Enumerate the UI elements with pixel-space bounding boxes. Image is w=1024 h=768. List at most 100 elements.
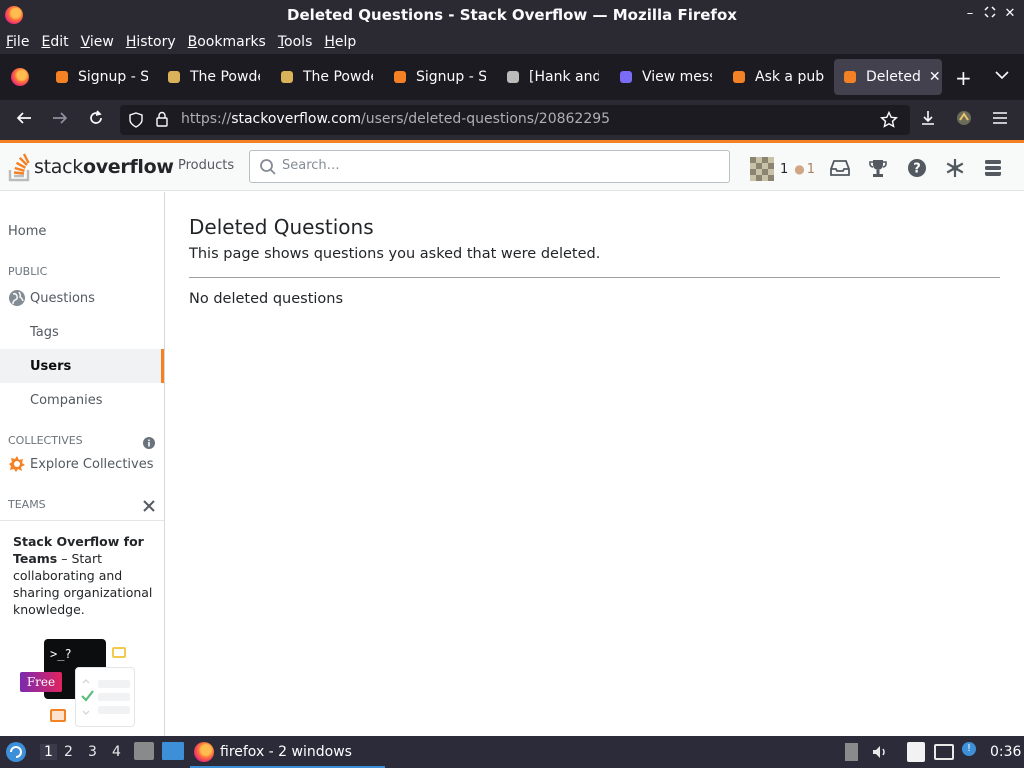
system-taskbar: 1234 firefox - 2 windows ! 0:36 [0,736,1024,768]
tab-label: Ask a publ [755,69,825,85]
start-menu-icon[interactable] [5,741,27,767]
extension-icon[interactable] [953,109,975,132]
empty-state-message: No deleted questions [189,291,344,307]
menu-tools[interactable]: Tools [278,34,313,50]
menu-view[interactable]: View [81,34,114,50]
review-queues-icon[interactable] [944,157,966,179]
sidebar-item-label: Home [8,223,47,239]
film-icon [279,69,295,85]
tab-label: The Powde [303,69,373,85]
menu-bar: File Edit View History Bookmarks Tools Help [0,30,1024,54]
url-domain: stackoverflow.com [231,111,361,127]
site-search[interactable] [249,150,730,183]
teams-promo-text: Stack Overflow for Teams – Start collabo… [13,533,153,618]
reputation-count: 1 [780,161,789,177]
tab-label: The Powde [190,69,260,85]
stackoverflow-icon [731,69,747,85]
browser-tab[interactable]: Ask a publ [725,59,825,95]
url-bar[interactable]: https://stackoverflow.com/users/deleted-… [120,105,910,135]
navigation-toolbar: https://stackoverflow.com/users/deleted-… [0,100,1024,140]
wordmark-bold: overflow [82,156,174,178]
site-switcher-icon[interactable] [982,157,1004,179]
sidebar-item-companies[interactable]: Companies [0,383,164,417]
inbox-icon[interactable] [829,157,851,179]
free-badge: Free [20,672,62,692]
notification-icon[interactable]: ! [962,742,976,756]
clipboard-icon[interactable] [907,742,925,762]
workspace-3[interactable]: 3 [88,744,97,760]
browser-tab[interactable]: View mess [612,59,712,95]
shield-icon[interactable] [128,112,144,132]
left-sidebar: Home PUBLIC Questions Tags Users Compani… [0,192,165,736]
tab-label: View mess [642,69,712,85]
sidebar-item-users[interactable]: Users [0,349,164,383]
url-text[interactable]: https://stackoverflow.com/users/deleted-… [181,111,610,127]
page-description: This page shows questions you asked that… [189,246,601,262]
so-logo[interactable]: stackoverflow [8,151,174,183]
sidebar-item-questions[interactable]: Questions [0,281,164,315]
firefox-icon [194,742,214,762]
url-scheme: https:// [181,111,232,127]
minimize-icon[interactable]: – [960,6,980,21]
speech-bubble-icon [112,647,126,658]
browser-tab[interactable]: Deleted ✕ [834,59,942,95]
avatar [750,157,774,181]
lock-icon[interactable] [155,111,169,131]
chat-bubble-icon [50,709,66,722]
file-manager-icon[interactable] [134,742,154,760]
clock: 0:36 [990,744,1022,760]
browser-tab[interactable]: Signup - S [386,59,486,95]
workspace-2[interactable]: 2 [64,744,73,760]
user-card[interactable]: 1 ● 1 [750,157,815,181]
downloads-icon[interactable] [917,109,939,132]
sidebar-item-explore-collectives[interactable]: Explore Collectives [0,447,164,481]
back-button[interactable] [13,109,35,132]
close-tab-icon[interactable]: ✕ [929,69,941,85]
desktop-icon[interactable] [162,742,184,760]
maximize-icon[interactable] [980,6,1000,22]
taskbar-firefox-button[interactable]: firefox - 2 windows [190,738,385,768]
battery-icon[interactable] [845,743,858,761]
dismiss-teams-icon[interactable] [143,497,155,516]
tab-label: [Hank and [529,69,599,85]
hamburger-menu-icon[interactable] [989,109,1011,130]
help-icon[interactable]: ? [906,157,928,179]
menu-help[interactable]: Help [324,34,356,50]
window-title: Deleted Questions - Stack Overflow — Moz… [287,6,737,24]
products-menu[interactable]: Products [178,158,234,173]
film-icon [166,69,182,85]
sidebar-section-public: PUBLIC [8,265,48,278]
browser-tab[interactable]: [Hank and [499,59,599,95]
firefox-logo-icon [5,6,23,24]
globe-icon [9,290,25,306]
search-icon [259,158,277,180]
at-icon [618,69,634,85]
tab-label: Signup - S [78,69,148,85]
volume-icon[interactable] [871,743,889,765]
sidebar-item-home[interactable]: Home [0,214,164,248]
sidebar-item-tags[interactable]: Tags [0,315,164,349]
menu-bookmarks[interactable]: Bookmarks [188,34,266,50]
menu-history[interactable]: History [126,34,176,50]
close-window-icon[interactable]: ✕ [1000,6,1020,21]
tab-label: Signup - S [416,69,486,85]
menu-file[interactable]: File [6,34,29,50]
browser-tab[interactable]: The Powde [273,59,373,95]
svg-text:?: ? [913,162,921,177]
url-path: /users/deleted-questions/20862295 [360,111,611,127]
network-icon[interactable] [934,744,954,760]
new-tab-button[interactable]: + [955,66,972,90]
sidebar-section-teams: TEAMS [8,498,46,511]
forward-button[interactable] [49,109,71,132]
bookmark-star-icon[interactable] [879,110,899,133]
firefox-view-icon[interactable] [11,68,29,86]
search-input[interactable] [282,158,712,173]
menu-edit[interactable]: Edit [41,34,68,50]
browser-tab[interactable]: Signup - S [48,59,148,95]
reload-button[interactable] [85,109,107,132]
achievements-icon[interactable] [867,157,889,179]
list-all-tabs-button[interactable] [995,68,1009,84]
workspace-1[interactable]: 1 [40,744,57,760]
browser-tab[interactable]: The Powde [160,59,260,95]
workspace-4[interactable]: 4 [112,744,121,760]
